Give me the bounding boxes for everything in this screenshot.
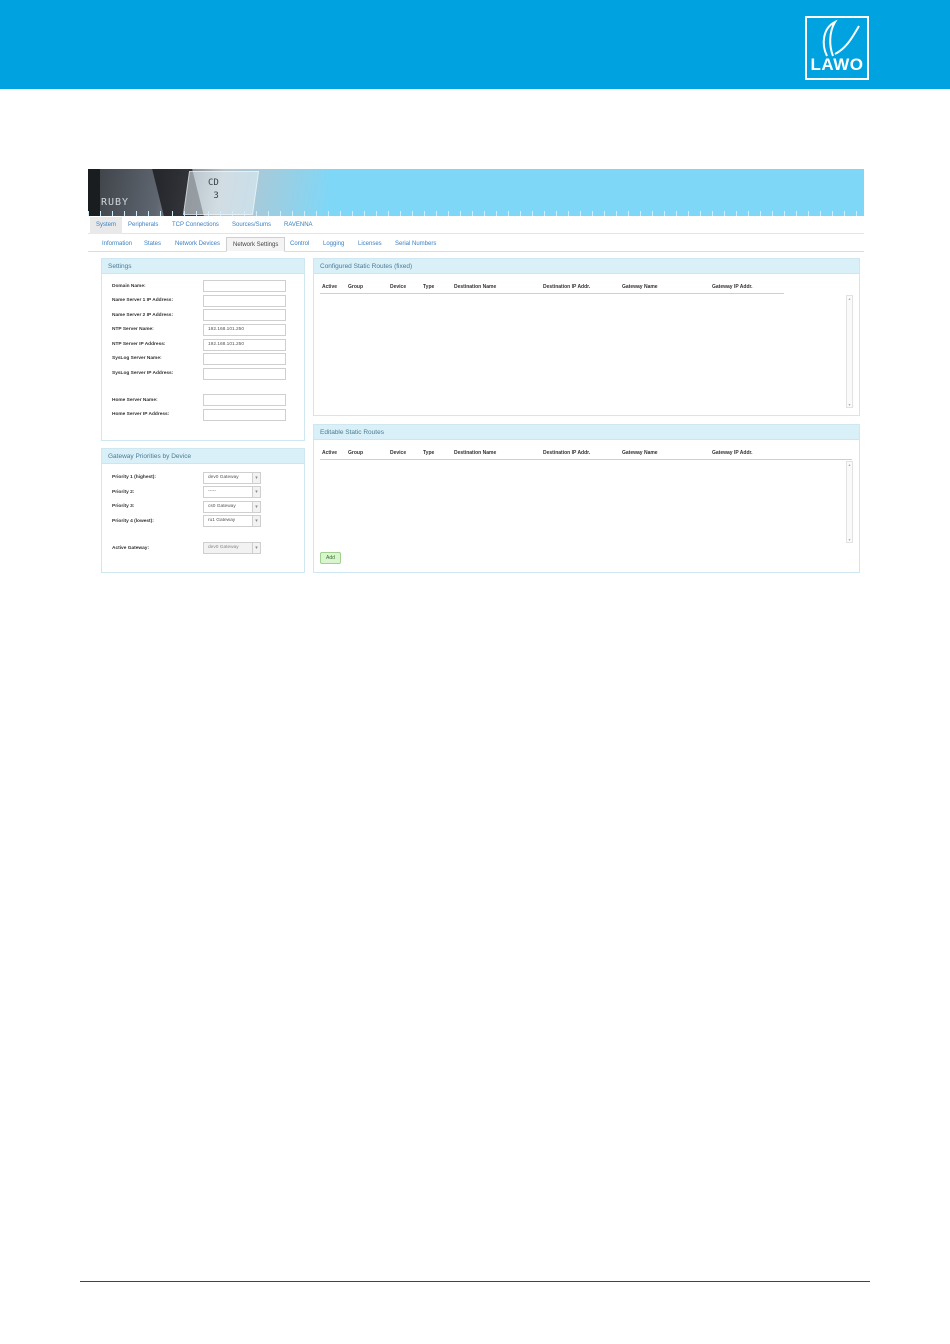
editable-routes-title: Editable Static Routes	[314, 425, 859, 440]
chevron-down-icon: ▾	[252, 473, 260, 483]
product-name: RUBY	[101, 197, 130, 208]
syslog-server-name-label: SysLog Server Name:	[112, 356, 162, 361]
syslog-server-ip-field[interactable]	[203, 368, 286, 380]
lawo-swoosh-icon	[822, 19, 860, 57]
syslog-server-name-field[interactable]	[203, 353, 286, 365]
tab-tcp-connections[interactable]: TCP Connections	[166, 217, 225, 234]
col-gateway-name: Gateway Name	[622, 284, 658, 290]
gateway-panel-title: Gateway Priorities by Device	[102, 449, 304, 464]
col-group: Group	[348, 450, 363, 456]
chevron-down-icon: ▾	[252, 543, 260, 553]
col-type: Type	[423, 284, 435, 290]
gateway-priorities-panel: Gateway Priorities by Device Priority 1 …	[101, 448, 305, 573]
chevron-down-icon: ▾	[252, 516, 260, 526]
banner-photo-text: CD 3	[208, 178, 219, 201]
footer-divider	[80, 1281, 870, 1282]
priority-2-select[interactable]: ----- ▾	[203, 486, 261, 498]
col-device: Device	[390, 450, 407, 456]
name-server-2-label: Name Server 2 IP Address:	[112, 313, 174, 318]
ntp-server-name-field[interactable]: 192.168.101.250	[203, 324, 286, 336]
name-server-2-field[interactable]	[203, 309, 286, 321]
scroll-up-icon: ▴	[848, 296, 851, 301]
priority-4-select[interactable]: ru1 Gateway ▾	[203, 515, 261, 527]
chevron-down-icon: ▾	[252, 487, 260, 497]
col-device: Device	[390, 284, 407, 290]
col-destination-ip: Destination IP Addr.	[543, 450, 591, 456]
manual-page: LAWO CD 3 RUBY System Peripherals TCP Co…	[0, 0, 950, 1344]
scroll-up-icon: ▴	[848, 462, 851, 467]
tab-control[interactable]: Control	[284, 237, 315, 252]
priority-1-select[interactable]: dev0 Gateway ▾	[203, 472, 261, 484]
tab-network-settings[interactable]: Network Settings	[226, 237, 286, 252]
banner-photo: CD 3	[88, 169, 328, 216]
settings-panel-title: Settings	[102, 259, 304, 274]
home-server-ip-field[interactable]	[203, 409, 286, 421]
col-gateway-name: Gateway Name	[622, 450, 658, 456]
configured-routes-panel: Configured Static Routes (fixed) Active …	[313, 258, 860, 416]
col-type: Type	[423, 450, 435, 456]
col-destination-name: Destination Name	[454, 284, 497, 290]
tab-licenses[interactable]: Licenses	[352, 237, 388, 252]
col-active: Active	[322, 450, 338, 456]
priority-4-label: Priority 4 (lowest):	[112, 519, 154, 524]
priority-3-select[interactable]: cs0 Gateway ▾	[203, 501, 261, 513]
editable-routes-panel: Editable Static Routes Active Group Devi…	[313, 424, 860, 573]
priority-1-label: Priority 1 (highest):	[112, 475, 156, 480]
col-gateway-ip: Gateway IP Addr.	[712, 450, 753, 456]
tab-ravenna[interactable]: RAVENNA	[278, 217, 319, 234]
tab-serial-numbers[interactable]: Serial Numbers	[389, 237, 442, 252]
col-gateway-ip: Gateway IP Addr.	[712, 284, 753, 290]
active-gateway-select: dev0 Gateway ▾	[203, 542, 261, 554]
header-band: LAWO	[0, 0, 950, 89]
domain-name-field[interactable]	[203, 280, 286, 292]
priority-2-label: Priority 2:	[112, 490, 135, 495]
syslog-server-ip-label: SysLog Server IP Address:	[112, 371, 174, 376]
web-ui-screenshot: CD 3 RUBY System Peripherals TCP Connect…	[88, 169, 864, 581]
home-server-name-field[interactable]	[203, 394, 286, 406]
tab-states[interactable]: States	[138, 237, 167, 252]
main-tab-bar: System Peripherals TCP Connections Sourc…	[88, 217, 864, 234]
ntp-server-name-label: NTP Server Name:	[112, 327, 154, 332]
tab-sources-sums[interactable]: Sources/Sums	[226, 217, 277, 234]
col-group: Group	[348, 284, 363, 290]
tab-information[interactable]: Information	[96, 237, 138, 252]
name-server-1-label: Name Server 1 IP Address:	[112, 298, 174, 303]
sub-tab-bar: Information States Network Devices Netwo…	[88, 235, 864, 252]
domain-name-label: Domain Name:	[112, 284, 146, 289]
ntp-server-ip-label: NTP Server IP Address:	[112, 342, 166, 347]
chevron-down-icon: ▾	[252, 502, 260, 512]
active-gateway-label: Active Gateway:	[112, 546, 150, 551]
tab-network-devices[interactable]: Network Devices	[169, 237, 226, 252]
tab-peripherals[interactable]: Peripherals	[122, 217, 164, 234]
scroll-down-icon: ▾	[848, 402, 851, 407]
col-active: Active	[322, 284, 338, 290]
tab-logging[interactable]: Logging	[317, 237, 350, 252]
lawo-logo-text: LAWO	[810, 55, 864, 74]
scroll-down-icon: ▾	[848, 537, 851, 542]
home-server-ip-label: Home Server IP Address:	[112, 412, 170, 417]
col-destination-name: Destination Name	[454, 450, 497, 456]
product-banner: CD 3 RUBY	[88, 169, 864, 216]
ntp-server-ip-field[interactable]: 192.168.101.250	[203, 339, 286, 351]
lawo-logo: LAWO	[805, 16, 869, 80]
home-server-name-label: Home Server Name:	[112, 398, 158, 403]
name-server-1-field[interactable]	[203, 295, 286, 307]
add-route-button[interactable]: Add	[320, 552, 341, 564]
configured-routes-scrollbar[interactable]: ▴ ▾	[846, 295, 853, 408]
col-destination-ip: Destination IP Addr.	[543, 284, 591, 290]
editable-routes-scrollbar[interactable]: ▴ ▾	[846, 461, 853, 543]
priority-3-label: Priority 3:	[112, 504, 135, 509]
tab-system[interactable]: System	[90, 217, 123, 234]
configured-routes-title: Configured Static Routes (fixed)	[314, 259, 859, 274]
settings-panel: Settings Domain Name: Name Server 1 IP A…	[101, 258, 305, 441]
